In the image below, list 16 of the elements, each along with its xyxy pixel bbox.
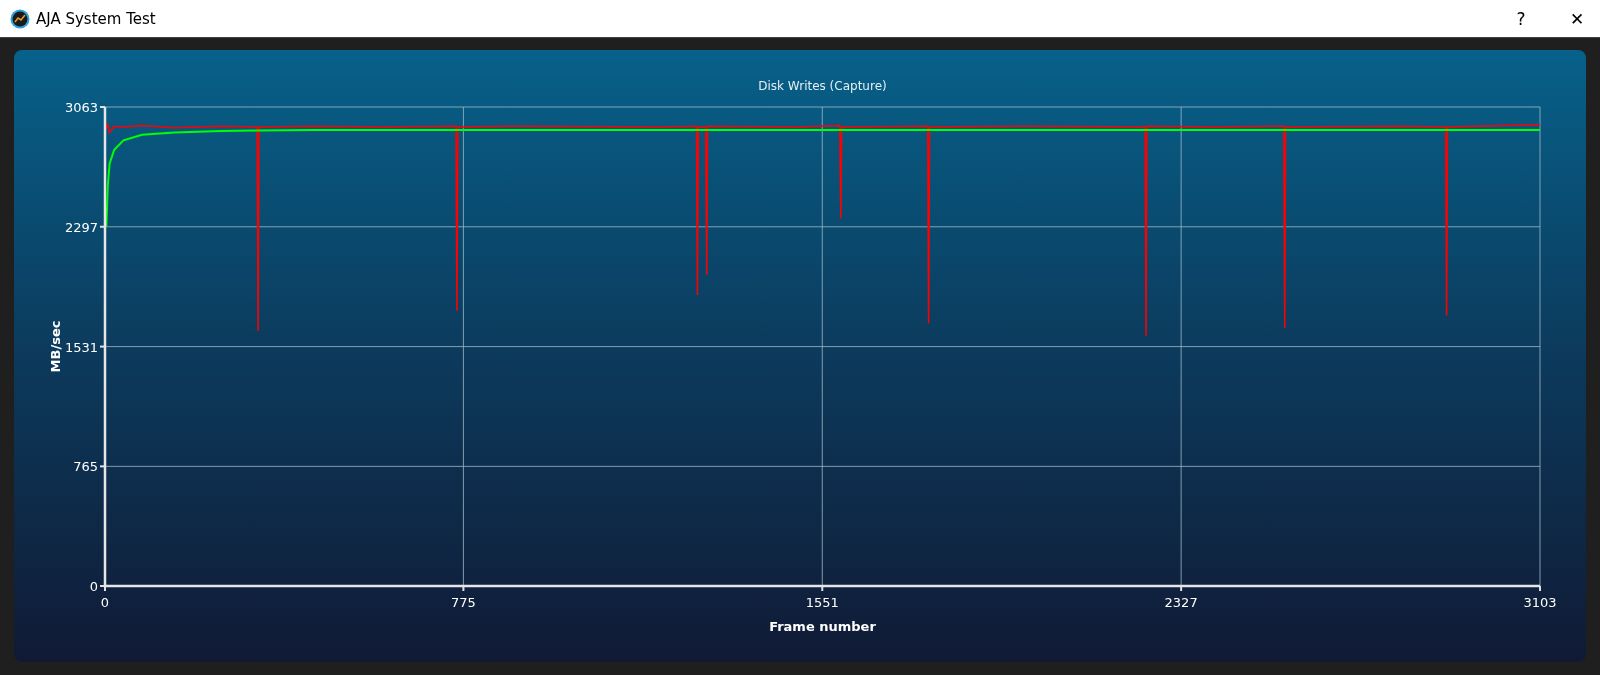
x-tick-label: 775 [451,595,476,610]
y-tick-label: 3063 [64,100,98,115]
y-tick-label: 2297 [64,219,98,235]
x-tick-label: 3103 [1523,595,1557,610]
y-axis-label: MB/sec [48,320,63,373]
window-title: AJA System Test [36,9,156,28]
help-button[interactable]: ? [1498,0,1544,37]
chart-title: Disk Writes (Capture) [758,79,887,93]
x-tick-label: 1551 [805,595,839,610]
y-tick-label: 0 [89,579,98,594]
close-button[interactable]: ✕ [1554,0,1600,37]
x-tick-label: 2327 [1164,595,1198,610]
y-tick-label: 1531 [64,339,98,355]
x-axis-label: Frame number [769,619,876,634]
y-tick-label: 765 [73,459,98,475]
x-tick-label: 0 [100,595,110,610]
